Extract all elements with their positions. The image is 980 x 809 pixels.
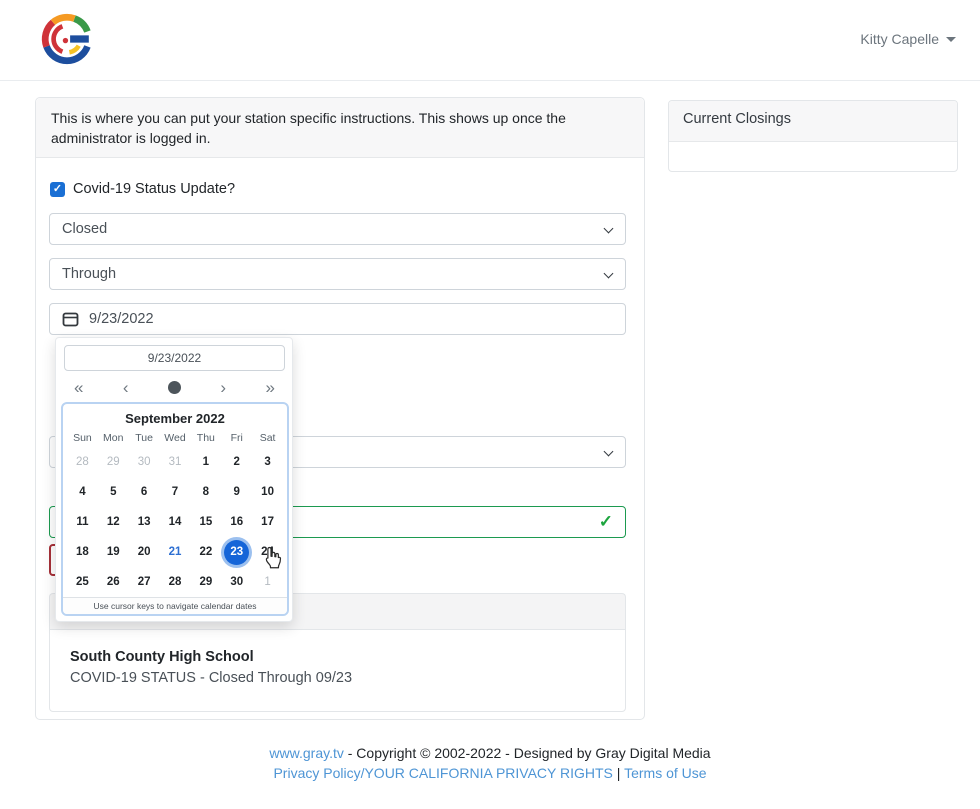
covid-checkbox-label: Covid-19 Status Update? [73,181,235,197]
copyright-text: - Copyright © 2002-2022 - Designed by Gr… [344,745,711,761]
duration-select[interactable]: Through [49,258,626,290]
page: Kitty Capelle This is where you can put … [0,0,980,809]
weekday-label: Wed [160,432,191,444]
gray-tv-link[interactable]: www.gray.tv [269,745,343,761]
calendar-day[interactable]: 27 [129,567,160,597]
privacy-policy-link[interactable]: Privacy Policy/YOUR CALIFORNIA PRIVACY R… [273,765,612,781]
chevron-down-icon [604,269,614,279]
weekday-label: Sat [252,432,283,444]
calendar-day[interactable]: 1 [190,447,221,477]
covid-status-checkbox-row[interactable]: ✓ Covid-19 Status Update? [50,181,235,197]
calendar-day[interactable]: 22 [190,537,221,567]
weekday-label: Thu [190,432,221,444]
calendar-day[interactable]: 29 [98,447,129,477]
closing-entry-name: South County High School [70,649,605,665]
datepicker-nav: « ‹ › » [64,374,285,400]
closing-entry-status: COVID-19 STATUS - Closed Through 09/23 [70,670,605,686]
mouse-cursor-icon [262,546,283,570]
calendar-month-title: September 2022 [63,411,287,426]
valid-checkmark-icon: ✓ [599,512,613,532]
calendar-day[interactable]: 19 [98,537,129,567]
chevron-down-icon [946,37,956,42]
calendar-day[interactable]: 13 [129,507,160,537]
calendar-day[interactable]: 20 [129,537,160,567]
datepicker-date-input[interactable]: 9/23/2022 [64,345,285,371]
checked-checkbox-icon[interactable]: ✓ [50,182,65,197]
calendar-icon [62,311,79,327]
calendar-day[interactable]: 11 [67,507,98,537]
previous-month-button[interactable]: ‹ [123,379,129,396]
terms-of-use-link[interactable]: Terms of Use [624,765,706,781]
instructions-banner: This is where you can put your station s… [36,98,644,158]
calendar-day[interactable]: 1 [252,567,283,597]
current-closings-card: Current Closings [668,100,958,172]
previous-year-button[interactable]: « [74,379,83,396]
calendar-day[interactable]: 17 [252,507,283,537]
calendar-day[interactable]: 31 [160,447,191,477]
chevron-down-icon [604,447,614,457]
calendar-day[interactable]: 25 [67,567,98,597]
status-select-value: Closed [62,221,107,237]
calendar-day[interactable]: 3 [252,447,283,477]
next-month-button[interactable]: › [220,379,226,396]
weekday-label: Tue [129,432,160,444]
calendar-day[interactable]: 16 [221,507,252,537]
calendar-day[interactable]: 23 [221,537,252,567]
user-name-label: Kitty Capelle [860,31,939,47]
legal-links-line: Privacy Policy/YOUR CALIFORNIA PRIVACY R… [0,763,980,783]
calendar-day[interactable]: 15 [190,507,221,537]
calendar-day[interactable]: 30 [129,447,160,477]
calendar-day[interactable]: 29 [190,567,221,597]
top-header: Kitty Capelle [0,0,980,81]
calendar-day[interactable]: 8 [190,477,221,507]
calendar-day[interactable]: 4 [67,477,98,507]
weekday-label: Mon [98,432,129,444]
calendar-day[interactable]: 9 [221,477,252,507]
duration-select-value: Through [62,266,116,282]
date-input[interactable]: 9/23/2022 [49,303,626,335]
chevron-down-icon [604,224,614,234]
next-year-button[interactable]: » [266,379,275,396]
calendar-weekday-row: SunMonTueWedThuFriSat [67,432,283,444]
calendar-day[interactable]: 7 [160,477,191,507]
calendar-day[interactable]: 5 [98,477,129,507]
calendar-day[interactable]: 2 [221,447,252,477]
calendar-grid: 2829303112345678910111213141516171819202… [67,447,283,597]
weekday-label: Sun [67,432,98,444]
calendar: September 2022 SunMonTueWedThuFriSat 282… [61,402,289,616]
links-separator: | [613,765,624,781]
page-footer: www.gray.tv - Copyright © 2002-2022 - De… [0,743,980,784]
date-input-value: 9/23/2022 [89,311,154,327]
datepicker-popup: 9/23/2022 « ‹ › » September 2022 SunMonT… [55,337,293,622]
calendar-day[interactable]: 14 [160,507,191,537]
calendar-day[interactable]: 10 [252,477,283,507]
calendar-day[interactable]: 28 [160,567,191,597]
calendar-day[interactable]: 26 [98,567,129,597]
user-menu[interactable]: Kitty Capelle [860,31,956,47]
copyright-line: www.gray.tv - Copyright © 2002-2022 - De… [0,743,980,763]
weekday-label: Fri [221,432,252,444]
calendar-day[interactable]: 6 [129,477,160,507]
calendar-day[interactable]: 12 [98,507,129,537]
current-closings-title: Current Closings [669,101,957,142]
calendar-day[interactable]: 18 [67,537,98,567]
gray-tv-logo-icon[interactable] [40,12,94,66]
status-select[interactable]: Closed [49,213,626,245]
calendar-day[interactable]: 21 [160,537,191,567]
calendar-day[interactable]: 30 [221,567,252,597]
closing-entry-card: South County High School COVID-19 STATUS… [49,629,626,712]
calendar-day[interactable]: 28 [67,447,98,477]
today-button[interactable] [168,381,181,394]
calendar-hint: Use cursor keys to navigate calendar dat… [63,597,287,614]
